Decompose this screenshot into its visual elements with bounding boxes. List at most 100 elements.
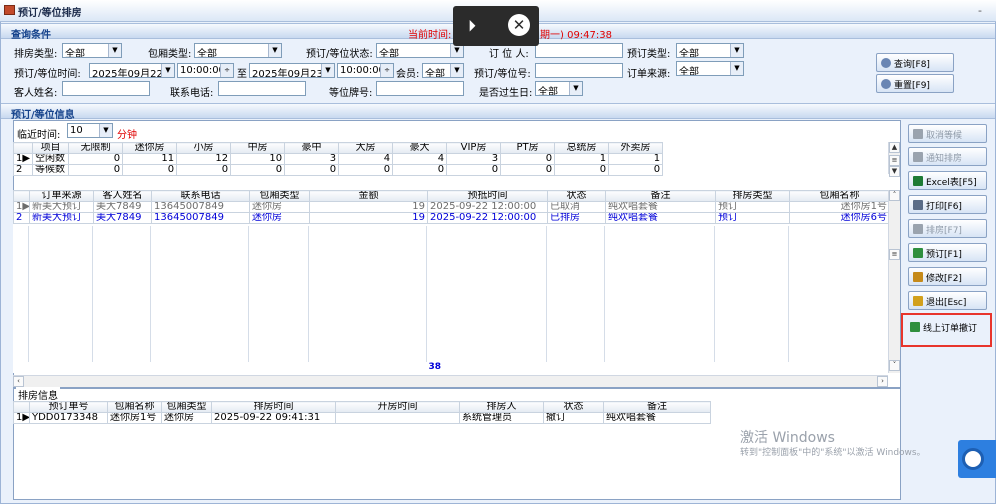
- exit-button[interactable]: 退出[Esc]: [908, 291, 987, 310]
- arrange-cell: YDD0173348: [29, 412, 108, 424]
- print-button[interactable]: 打印[F6]: [908, 195, 987, 214]
- orders-scrollbar[interactable]: ˄ ≡ ˅: [888, 190, 900, 373]
- minimize-button[interactable]: -: [978, 4, 982, 17]
- stats-cell: 1: [554, 153, 610, 165]
- stats-cell: 12: [176, 153, 232, 165]
- stats-cell: 3: [284, 153, 340, 165]
- modify-button[interactable]: 修改[F2]: [908, 267, 987, 286]
- chevron-down-icon: ▼: [450, 64, 463, 77]
- side-button-label: 通知排房: [926, 154, 963, 164]
- orders-hscrollbar[interactable]: ‹ ›: [13, 375, 888, 387]
- side-button-label: Excel表[F5]: [926, 178, 977, 188]
- window-title: 预订/等位排房: [18, 8, 82, 19]
- stats-cell: 0: [284, 164, 340, 176]
- stats-scrollbar[interactable]: ▲ ≡ ▼: [888, 142, 900, 177]
- scroll-thumb-icon[interactable]: ≡: [889, 155, 900, 166]
- row-marker: 1▶: [13, 412, 30, 424]
- notify-arrange-button[interactable]: 通知排房: [908, 147, 987, 166]
- arrange-col-header: 包厢名称: [107, 401, 162, 413]
- to-label: 至: [237, 69, 247, 80]
- stats-col-header: 迷你房: [122, 142, 178, 154]
- arrange-cell: 2025-09-22 09:41:31: [211, 412, 336, 424]
- room-arrange-type-label: 排房类型:: [14, 49, 58, 60]
- floating-assistant-button[interactable]: [958, 440, 996, 478]
- wait-status-select[interactable]: 全部 ▼: [376, 43, 464, 58]
- order-cell: 已取消: [547, 201, 606, 213]
- scroll-down-icon[interactable]: ˅: [889, 360, 900, 371]
- recent-time-select[interactable]: 10 ▼: [67, 123, 113, 138]
- stats-cell: 空闲数: [32, 153, 70, 165]
- close-icon[interactable]: ✕: [508, 14, 530, 36]
- orders-col-header: 状态: [547, 190, 606, 202]
- order-cell: 迷你房: [249, 201, 310, 213]
- excel-icon: [913, 176, 923, 186]
- scroll-left-icon[interactable]: ‹: [13, 376, 24, 387]
- scroll-down-icon[interactable]: ▼: [889, 166, 900, 177]
- orders-col-header: 金额: [309, 190, 428, 202]
- date-from-picker[interactable]: 2025年09月22日 ▼: [89, 63, 175, 78]
- table-row[interactable]: 1▶ 空闲数 0 11 12 10 3 4 4 3 0 1 1: [12, 153, 664, 165]
- scroll-right-icon[interactable]: ›: [877, 376, 888, 387]
- table-row[interactable]: 2 新美大预订 美大7849 13645007849 迷你房 19 2025-09-22 1…: [13, 212, 889, 224]
- time-to-spinner[interactable]: 10:00:00 ÷: [337, 63, 394, 78]
- orders-col-header: 排房类型: [715, 190, 790, 202]
- stats-col-header: 总统房: [554, 142, 610, 154]
- phone-label: 联系电话:: [170, 88, 214, 99]
- table-row[interactable]: 1▶ 新美大预订 美大7849 13645007849 迷你房 19 2025-09-22 …: [13, 201, 889, 213]
- arrange-col-header: 排房人: [459, 401, 544, 413]
- book-icon: [913, 248, 923, 258]
- chevron-down-icon: ▼: [268, 44, 281, 57]
- arrange-cell: 迷你房: [161, 412, 212, 424]
- row-marker: 2: [13, 212, 30, 224]
- room-arrange-type-select[interactable]: 全部 ▼: [62, 43, 122, 58]
- stats-cell: 0: [500, 164, 556, 176]
- stats-col-header: 项目: [32, 142, 70, 154]
- stats-col-header: 豪大: [392, 142, 448, 154]
- stats-cell: 3: [446, 153, 502, 165]
- current-time-label: 当前时间:: [408, 30, 452, 41]
- orders-col-header: 客人姓名: [93, 190, 152, 202]
- arrange-button[interactable]: 排房[F7]: [908, 219, 987, 238]
- date-to-picker[interactable]: 2025年09月23日 ▼: [249, 63, 335, 78]
- time-from-spinner[interactable]: 10:00:00 ÷: [177, 63, 234, 78]
- current-time-value: 期一) 09:47:38: [540, 30, 612, 41]
- table-row[interactable]: 1▶ YDD0173348 迷你房1号 迷你房 2025-09-22 09:41:31 系…: [13, 412, 711, 424]
- member-select[interactable]: 全部 ▼: [422, 63, 464, 78]
- stats-cell: 等候数: [32, 164, 70, 176]
- scroll-thumb-icon[interactable]: ≡: [889, 249, 900, 260]
- stats-cell: 4: [338, 153, 394, 165]
- orders-col-header: 预抵时间: [427, 190, 548, 202]
- booking-no-input[interactable]: [535, 63, 623, 78]
- guest-name-input[interactable]: [62, 81, 150, 96]
- search-icon: [881, 58, 891, 68]
- wait-card-input[interactable]: [376, 81, 464, 96]
- order-cell: 纯欢唱套餐: [605, 212, 716, 224]
- row-marker-header: [12, 142, 34, 154]
- stats-cell: 0: [230, 164, 286, 176]
- order-source-select[interactable]: 全部 ▼: [676, 61, 744, 76]
- play-icon[interactable]: ⏵: [468, 16, 476, 36]
- stats-cell: 0: [68, 153, 124, 165]
- booker-input[interactable]: [535, 43, 623, 58]
- order-cell: 2025-09-22 12:00:00: [427, 201, 548, 213]
- order-cell: 预订: [715, 201, 790, 213]
- member-label: 会员:: [396, 69, 420, 80]
- order-cell: 2025-09-22 12:00:00: [427, 212, 548, 224]
- notify-arrange-icon: [913, 152, 923, 162]
- birthday-select[interactable]: 全部 ▼: [535, 81, 583, 96]
- room-type-select[interactable]: 全部 ▼: [194, 43, 282, 58]
- side-button-label: 退出[Esc]: [926, 298, 967, 308]
- row-marker: 1▶: [13, 201, 30, 213]
- orders-col-header: 包厢名称: [789, 190, 889, 202]
- search-button[interactable]: 查询[F8]: [876, 53, 954, 72]
- table-row[interactable]: 2 等候数 0 0 0 0 0 0 0 0 0 0 0: [12, 164, 664, 176]
- booking-type-select[interactable]: 全部 ▼: [676, 43, 744, 58]
- reset-button[interactable]: 重置[F9]: [876, 74, 954, 93]
- cancel-wait-button[interactable]: 取消等候: [908, 124, 987, 143]
- chevron-down-icon: ▼: [730, 44, 743, 57]
- phone-input[interactable]: [218, 81, 306, 96]
- excel-button[interactable]: Excel表[F5]: [908, 171, 987, 190]
- scroll-up-icon[interactable]: ˄: [889, 190, 900, 201]
- book-button[interactable]: 预订[F1]: [908, 243, 987, 262]
- scroll-up-icon[interactable]: ▲: [889, 142, 900, 153]
